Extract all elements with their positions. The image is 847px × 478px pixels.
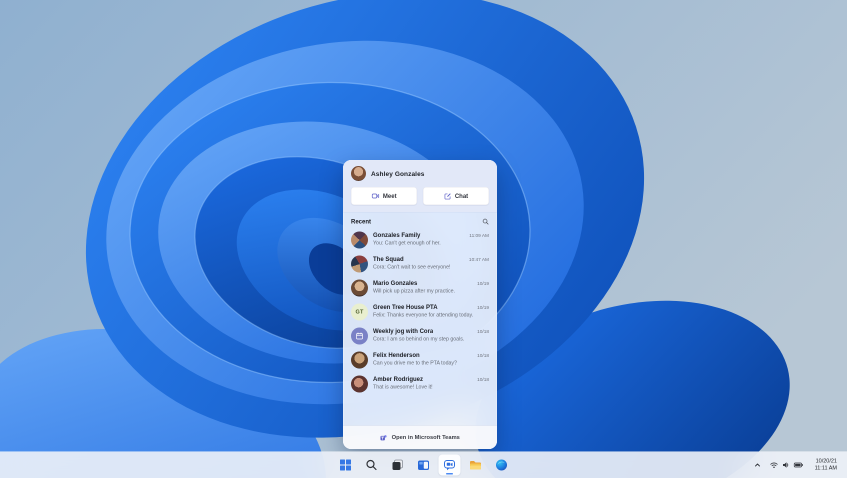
conversation-name: Mario Gonzales xyxy=(373,279,418,287)
conversation-preview: Cora: I am so behind on my step goals. xyxy=(373,336,465,342)
current-user-avatar xyxy=(351,166,366,181)
chevron-up-icon xyxy=(755,463,761,467)
conversation-item[interactable]: The Squad 10:47 AM Cora: Can't wait to s… xyxy=(343,252,497,276)
conversation-timestamp: 10:47 AM xyxy=(468,257,489,263)
conversation-preview: Felix: Thanks everyone for attending tod… xyxy=(373,312,474,318)
conversation-item[interactable]: Felix Henderson 10/18 Can you drive me t… xyxy=(343,348,497,372)
clock: 10/20/21 11:11 AM xyxy=(812,458,840,472)
chat-bubble-icon xyxy=(444,460,455,471)
file-explorer-button[interactable] xyxy=(465,455,487,476)
teams-chat-flyout: Ashley Gonzales Meet Chat Recent Gonzale… xyxy=(343,160,497,449)
conversation-avatar: GT xyxy=(351,303,368,321)
open-in-teams-label: Open in Microsoft Teams xyxy=(391,434,460,441)
clock-button[interactable]: 10/20/21 11:11 AM xyxy=(809,455,843,475)
battery-icon xyxy=(793,462,804,468)
video-camera-icon xyxy=(371,193,379,199)
conversation-preview: Can you drive me to the PTA today? xyxy=(373,360,457,366)
chat-taskbar-button[interactable] xyxy=(438,454,461,476)
conversation-avatar xyxy=(351,255,368,273)
edge-icon xyxy=(496,459,507,471)
search-button[interactable] xyxy=(361,455,383,476)
open-in-teams-button[interactable]: Open in Microsoft Teams xyxy=(343,425,497,449)
edge-browser-button[interactable] xyxy=(491,455,513,476)
conversation-timestamp: 10/19 xyxy=(477,305,489,311)
conversation-name: Felix Henderson xyxy=(373,351,420,359)
conversation-avatar xyxy=(351,351,368,369)
conversation-timestamp: 10/18 xyxy=(477,353,489,359)
system-tray-status[interactable] xyxy=(767,455,807,475)
conversation-name: Green Tree House PTA xyxy=(373,303,438,311)
conversation-avatar xyxy=(351,231,368,249)
wifi-icon xyxy=(770,462,778,469)
conversation-item[interactable]: GT Green Tree House PTA 10/19 Felix: Tha… xyxy=(343,300,497,324)
conversation-timestamp: 10/18 xyxy=(477,329,489,335)
hidden-icons-button[interactable] xyxy=(751,455,765,475)
chat-button[interactable]: Chat xyxy=(423,187,489,205)
meet-button[interactable]: Meet xyxy=(351,187,417,205)
conversation-item[interactable]: Weekly jog with Cora 10/18 Cora: I am so… xyxy=(343,324,497,348)
widgets-icon xyxy=(418,460,429,470)
widgets-button[interactable] xyxy=(413,455,435,476)
current-user-row[interactable]: Ashley Gonzales xyxy=(351,165,489,187)
file-explorer-icon xyxy=(470,461,481,470)
tray-time: 11:11 AM xyxy=(814,465,837,471)
start-button[interactable] xyxy=(335,455,357,476)
windows-start-icon xyxy=(340,459,351,471)
conversation-preview: You: Can't get enough of her. xyxy=(373,240,441,246)
search-taskbar-icon xyxy=(366,459,377,471)
search-icon[interactable] xyxy=(482,218,489,225)
conversation-preview: Cora: Can't wait to see everyone! xyxy=(373,264,451,270)
conversation-avatar xyxy=(351,375,368,393)
tray-date: 10/20/21 xyxy=(815,458,837,465)
avatar-initials: GT xyxy=(355,309,364,315)
compose-icon xyxy=(444,193,451,200)
conversation-avatar xyxy=(351,279,368,297)
desktop: Ashley Gonzales Meet Chat Recent Gonzale… xyxy=(0,0,847,478)
meet-button-label: Meet xyxy=(382,192,397,200)
conversation-timestamp: 10/19 xyxy=(477,281,489,287)
conversation-item[interactable]: Gonzales Family 11:09 AM You: Can't get … xyxy=(343,228,497,252)
task-view-button[interactable] xyxy=(387,455,409,476)
volume-icon xyxy=(783,462,789,468)
conversation-name: The Squad xyxy=(373,255,404,263)
taskbar: 10/20/21 11:11 AM xyxy=(0,451,847,478)
task-view-icon xyxy=(392,459,403,470)
conversation-item[interactable]: Amber Rodriguez 10/18 That is awesome! L… xyxy=(343,372,497,396)
conversation-avatar xyxy=(351,327,368,345)
conversation-preview: That is awesome! Love it! xyxy=(373,384,433,390)
calendar-icon xyxy=(356,332,363,340)
conversation-name: Weekly jog with Cora xyxy=(373,327,434,335)
conversation-item[interactable]: Mario Gonzales 10/19 Will pick up pizza … xyxy=(343,276,497,300)
chat-button-label: Chat xyxy=(454,192,469,200)
panel-header-section: Ashley Gonzales Meet Chat xyxy=(343,160,497,212)
microsoft-teams-icon xyxy=(380,434,387,441)
conversation-timestamp: 10/18 xyxy=(477,377,489,383)
conversation-list: Gonzales Family 11:09 AM You: Can't get … xyxy=(343,228,497,426)
conversation-timestamp: 11:09 AM xyxy=(469,233,489,239)
conversation-preview: Will pick up pizza after my practice. xyxy=(373,288,455,294)
conversation-name: Gonzales Family xyxy=(373,231,421,239)
recent-section-label: Recent xyxy=(351,218,372,225)
current-user-name: Ashley Gonzales xyxy=(371,169,425,178)
conversation-name: Amber Rodriguez xyxy=(373,375,424,383)
